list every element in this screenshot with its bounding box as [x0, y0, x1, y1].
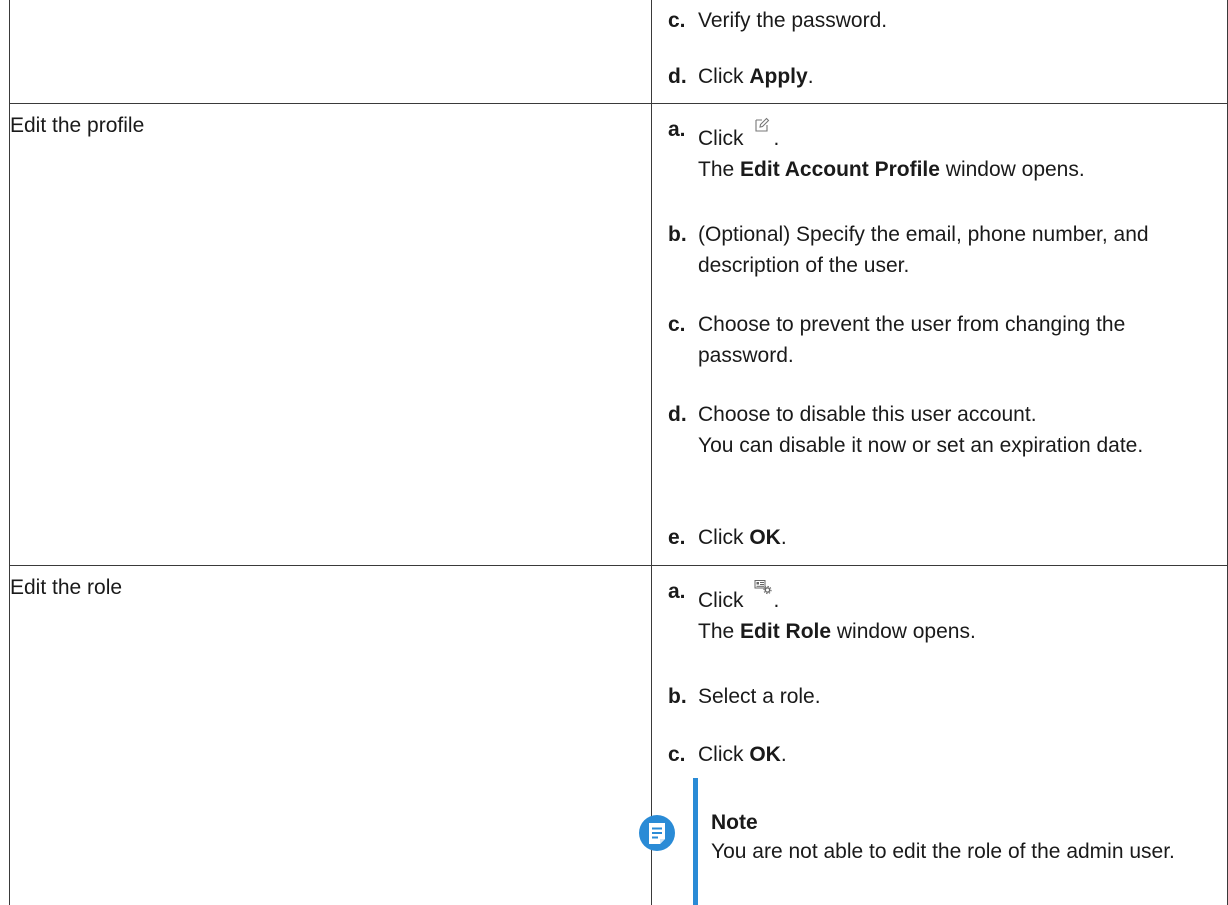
step-item: c. Choose to prevent the user from chang…: [668, 309, 1213, 371]
step-letter: b.: [668, 685, 687, 708]
step-text: Click OK.: [698, 526, 787, 549]
action-label-edit-role: Edit the role: [10, 576, 123, 599]
step-item: d. Click Apply.: [668, 61, 1213, 92]
step-letter: b.: [668, 223, 687, 246]
step-text: (Optional) Specify the email, phone numb…: [698, 223, 1149, 277]
step-letter: a.: [668, 580, 686, 603]
ui-term-edit-role: Edit Role: [740, 620, 832, 643]
ui-term-apply: Apply: [749, 65, 808, 88]
step-text: Click . The Edit Account Profile window …: [698, 117, 1213, 185]
step-text: Choose to disable this user account. You …: [698, 403, 1144, 457]
step-text: Click . The Edit Role window opens.: [698, 580, 1213, 647]
note-title: Note: [711, 811, 758, 834]
step-letter: a.: [668, 118, 686, 141]
note-accent-bar: [693, 778, 698, 905]
table-column-divider: [651, 0, 652, 905]
role-settings-icon: [754, 573, 772, 595]
step-text: Select a role.: [698, 685, 821, 708]
step-item: b. Select a role.: [668, 681, 1213, 712]
note-icon: [638, 814, 676, 852]
step-text: Click Apply.: [698, 65, 814, 88]
step-letter: e.: [668, 526, 686, 549]
action-label-edit-profile: Edit the profile: [10, 114, 145, 137]
step-text: Choose to prevent the user from changing…: [698, 313, 1126, 367]
note-text: You are not able to edit the role of the…: [711, 840, 1175, 863]
step-text: Verify the password.: [698, 9, 888, 32]
ui-term-ok: OK: [749, 526, 781, 549]
step-item: c. Verify the password.: [668, 5, 1213, 36]
document-page: c. Verify the password. d. Click Apply. …: [0, 0, 1228, 905]
step-letter: c.: [668, 9, 686, 32]
ui-term-edit-account-profile: Edit Account Profile: [740, 158, 940, 181]
step-item: c. Click OK.: [668, 739, 1213, 770]
step-text: Click OK.: [698, 743, 787, 766]
note-callout: Note You are not able to edit the role o…: [638, 778, 1228, 905]
step-letter: c.: [668, 743, 686, 766]
step-item: b. (Optional) Specify the email, phone n…: [668, 219, 1213, 281]
step-letter: c.: [668, 313, 686, 336]
edit-icon: [754, 111, 770, 132]
step-letter: d.: [668, 403, 687, 426]
row-divider-1: [9, 103, 1228, 104]
step-letter: d.: [668, 65, 687, 88]
row-divider-2: [9, 565, 1228, 566]
step-item: e. Click OK.: [668, 522, 1213, 553]
step-item: a. Click . The Edit Role window opens.: [668, 580, 1213, 647]
step-item: d. Choose to disable this user account. Y…: [668, 399, 1213, 461]
step-item: a. Click . The Edit Account Profile wind…: [668, 117, 1213, 185]
ui-term-ok: OK: [749, 743, 781, 766]
